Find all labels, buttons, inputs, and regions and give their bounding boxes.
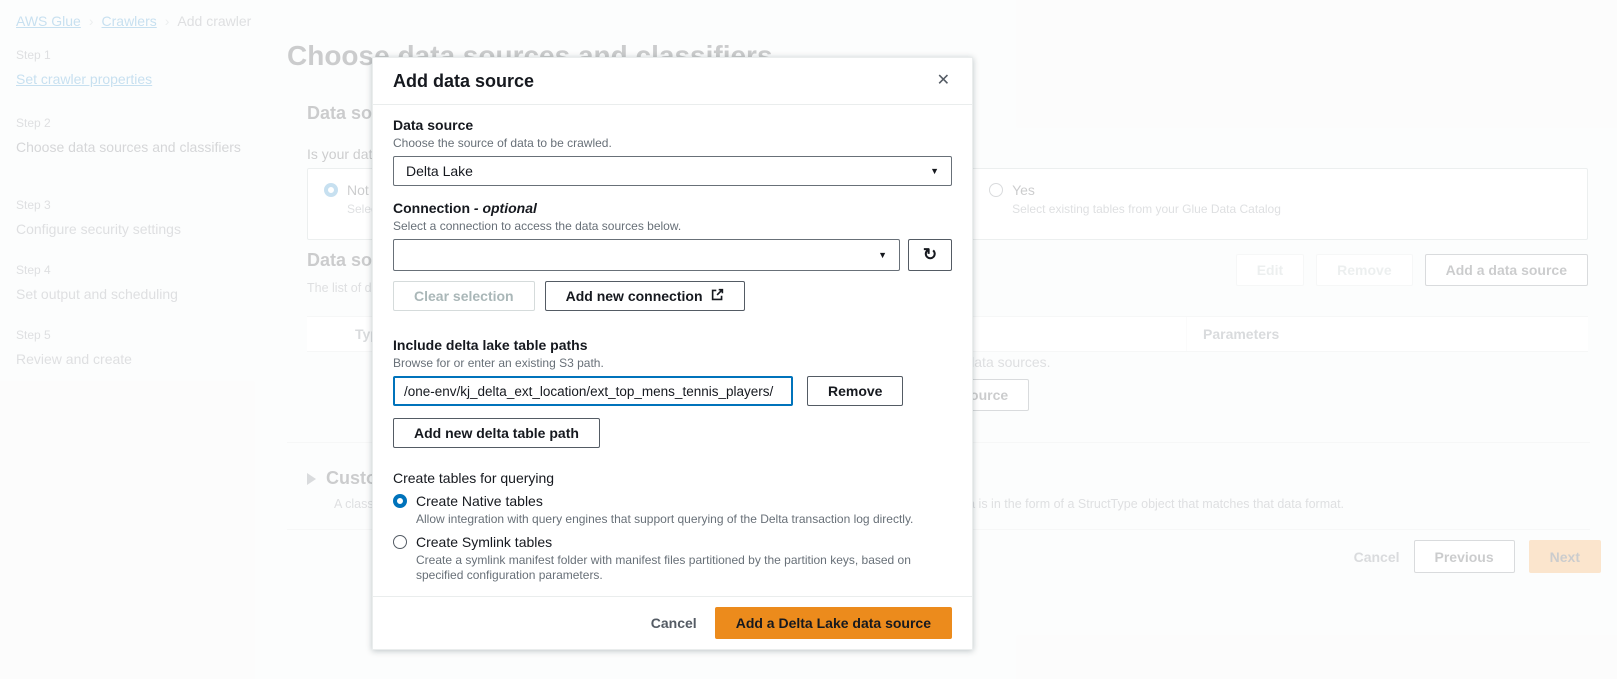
remove-path-button[interactable]: Remove <box>807 376 903 406</box>
chevron-down-icon: ▼ <box>878 250 887 260</box>
data-source-field: Data source Choose the source of data to… <box>393 117 952 186</box>
data-source-select[interactable]: Delta Lake ▼ <box>393 156 952 186</box>
create-tables-field: Create tables for querying Create Native… <box>393 470 952 583</box>
connection-field: Connection - optional Select a connectio… <box>393 200 952 311</box>
data-source-desc: Choose the source of data to be crawled. <box>393 136 952 151</box>
delta-table-path-input[interactable] <box>393 376 793 406</box>
native-tables-desc: Allow integration with query engines tha… <box>416 512 936 527</box>
clear-selection-button[interactable]: Clear selection <box>393 281 535 311</box>
close-icon[interactable]: ✕ <box>935 71 952 91</box>
symlink-tables-option[interactable]: Create Symlink tables Create a symlink m… <box>393 534 952 583</box>
modal-cancel-button[interactable]: Cancel <box>651 615 697 631</box>
native-tables-option[interactable]: Create Native tables Allow integration w… <box>393 493 952 527</box>
refresh-connections-button[interactable]: ↻ <box>908 239 952 271</box>
modal-body: Data source Choose the source of data to… <box>373 105 972 596</box>
data-source-selected-value: Delta Lake <box>406 163 473 179</box>
connection-select[interactable]: ▼ <box>393 239 900 271</box>
native-tables-radio[interactable] <box>393 494 407 508</box>
symlink-tables-label: Create Symlink tables <box>416 534 552 550</box>
modal-header: Add data source ✕ <box>373 58 972 105</box>
connection-label: Connection <box>393 200 470 216</box>
glue-add-crawler-page: AWS Glue › Crawlers › Add crawler Step 1… <box>0 0 1617 679</box>
add-new-delta-table-path-button[interactable]: Add new delta table path <box>393 418 600 448</box>
add-new-connection-label: Add new connection <box>566 288 703 304</box>
connection-desc: Select a connection to access the data s… <box>393 219 952 234</box>
include-paths-desc: Browse for or enter an existing S3 path. <box>393 356 952 371</box>
chevron-down-icon: ▼ <box>930 166 939 176</box>
symlink-tables-desc: Create a symlink manifest folder with ma… <box>416 553 936 583</box>
data-source-label: Data source <box>393 117 952 134</box>
create-tables-label: Create tables for querying <box>393 470 952 486</box>
modal-title: Add data source <box>393 70 534 92</box>
include-paths-label: Include delta lake table paths <box>393 337 952 354</box>
add-delta-lake-data-source-button[interactable]: Add a Delta Lake data source <box>715 607 952 639</box>
native-tables-label: Create Native tables <box>416 493 543 509</box>
symlink-tables-radio[interactable] <box>393 535 407 549</box>
modal-footer: Cancel Add a Delta Lake data source <box>373 596 972 649</box>
add-new-connection-button[interactable]: Add new connection <box>545 281 745 311</box>
add-data-source-modal: Add data source ✕ Data source Choose the… <box>372 57 973 650</box>
include-paths-field: Include delta lake table paths Browse fo… <box>393 337 952 448</box>
refresh-icon: ↻ <box>923 245 937 265</box>
external-link-icon <box>711 288 724 304</box>
connection-optional-label: - optional <box>474 200 537 216</box>
